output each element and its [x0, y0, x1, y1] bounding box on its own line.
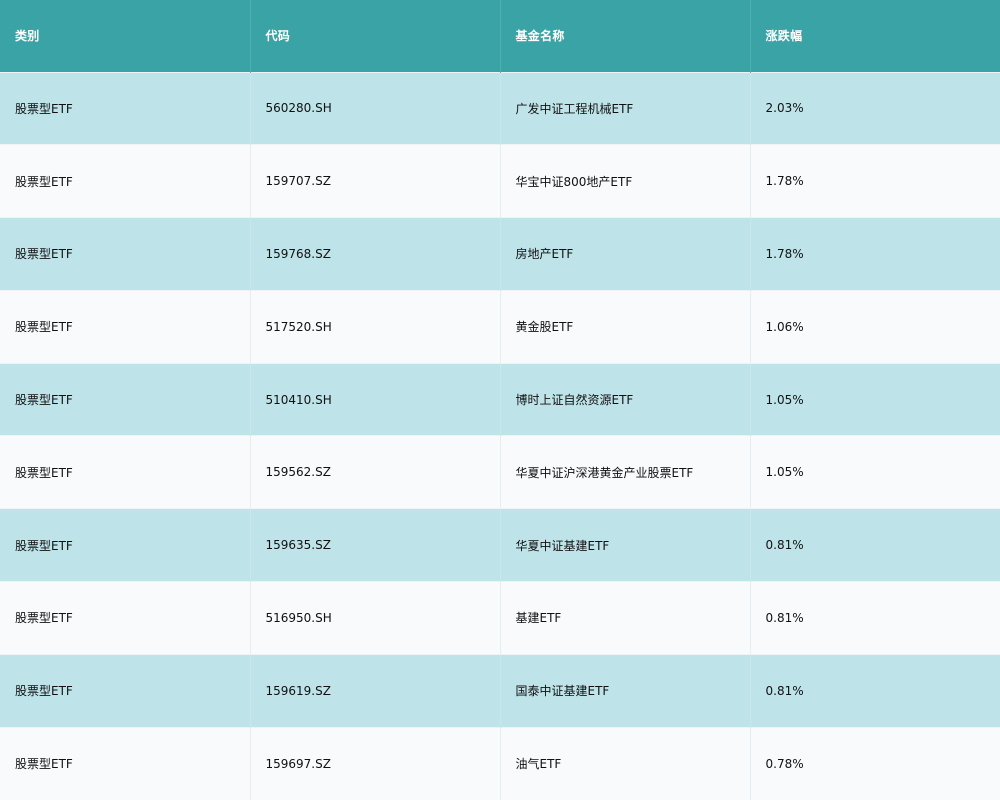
- cell-code: 159768.SZ: [250, 217, 501, 291]
- cell-fund-name: 华夏中证沪深港黄金产业股票ETF: [500, 435, 751, 509]
- table-body: 股票型ETF 560280.SH 广发中证工程机械ETF 2.03% 股票型ETF 159…: [0, 71, 1000, 800]
- cell-fund-name: 博时上证自然资源ETF: [500, 362, 751, 436]
- cell-change: 1.78%: [750, 144, 1000, 218]
- cell-code: 516950.SH: [250, 581, 501, 655]
- table-row[interactable]: 股票型ETF 159768.SZ 房地产ETF 1.78%: [0, 217, 1000, 291]
- table-row[interactable]: 股票型ETF 159697.SZ 油气ETF 0.78%: [0, 726, 1000, 800]
- cell-category: 股票型ETF: [0, 653, 251, 728]
- cell-category: 股票型ETF: [0, 362, 251, 436]
- cell-code: 560280.SH: [250, 71, 501, 145]
- column-header-change[interactable]: 涨跌幅: [750, 0, 1000, 72]
- cell-fund-name: 华夏中证基建ETF: [500, 508, 751, 582]
- cell-fund-name: 油气ETF: [500, 726, 751, 800]
- table-row[interactable]: 股票型ETF 516950.SH 基建ETF 0.81%: [0, 581, 1000, 655]
- cell-fund-name: 黄金股ETF: [500, 289, 751, 364]
- cell-fund-name: 国泰中证基建ETF: [500, 653, 751, 728]
- etf-table: 类别 代码 基金名称 涨跌幅 股票型ETF 560280.SH 广发中证工程机械ET…: [0, 0, 1000, 800]
- table-row[interactable]: 股票型ETF 159635.SZ 华夏中证基建ETF 0.81%: [0, 508, 1000, 582]
- cell-fund-name: 基建ETF: [500, 581, 751, 655]
- cell-code: 510410.SH: [250, 362, 501, 436]
- cell-change: 1.05%: [750, 362, 1000, 436]
- cell-change: 2.03%: [750, 71, 1000, 145]
- cell-code: 517520.SH: [250, 289, 501, 364]
- table-row[interactable]: 股票型ETF 159707.SZ 华宝中证800地产ETF 1.78%: [0, 144, 1000, 218]
- cell-change: 0.81%: [750, 581, 1000, 655]
- cell-change: 0.81%: [750, 508, 1000, 582]
- cell-category: 股票型ETF: [0, 289, 251, 364]
- cell-change: 0.81%: [750, 653, 1000, 728]
- cell-code: 159562.SZ: [250, 435, 501, 509]
- cell-code: 159635.SZ: [250, 508, 501, 582]
- table-row[interactable]: 股票型ETF 159562.SZ 华夏中证沪深港黄金产业股票ETF 1.05%: [0, 435, 1000, 509]
- column-header-fund-name[interactable]: 基金名称: [500, 0, 751, 72]
- cell-change: 1.05%: [750, 435, 1000, 509]
- cell-category: 股票型ETF: [0, 435, 251, 509]
- header-row: 类别 代码 基金名称 涨跌幅: [0, 0, 1000, 72]
- cell-code: 159697.SZ: [250, 726, 501, 800]
- table-row[interactable]: 股票型ETF 159619.SZ 国泰中证基建ETF 0.81%: [0, 653, 1000, 728]
- cell-change: 1.78%: [750, 217, 1000, 291]
- cell-category: 股票型ETF: [0, 71, 251, 145]
- cell-category: 股票型ETF: [0, 144, 251, 218]
- cell-change: 0.78%: [750, 726, 1000, 800]
- table-row[interactable]: 股票型ETF 560280.SH 广发中证工程机械ETF 2.03%: [0, 71, 1000, 145]
- table-header: 类别 代码 基金名称 涨跌幅: [0, 0, 1000, 72]
- cell-change: 1.06%: [750, 289, 1000, 364]
- cell-fund-name: 华宝中证800地产ETF: [500, 144, 751, 218]
- cell-category: 股票型ETF: [0, 581, 251, 655]
- cell-code: 159707.SZ: [250, 144, 501, 218]
- table-row[interactable]: 股票型ETF 517520.SH 黄金股ETF 1.06%: [0, 289, 1000, 364]
- cell-category: 股票型ETF: [0, 508, 251, 582]
- cell-fund-name: 广发中证工程机械ETF: [500, 71, 751, 145]
- column-header-category[interactable]: 类别: [0, 0, 251, 72]
- cell-category: 股票型ETF: [0, 217, 251, 291]
- cell-fund-name: 房地产ETF: [500, 217, 751, 291]
- table-row[interactable]: 股票型ETF 510410.SH 博时上证自然资源ETF 1.05%: [0, 362, 1000, 436]
- cell-category: 股票型ETF: [0, 726, 251, 800]
- column-header-code[interactable]: 代码: [250, 0, 501, 72]
- cell-code: 159619.SZ: [250, 653, 501, 728]
